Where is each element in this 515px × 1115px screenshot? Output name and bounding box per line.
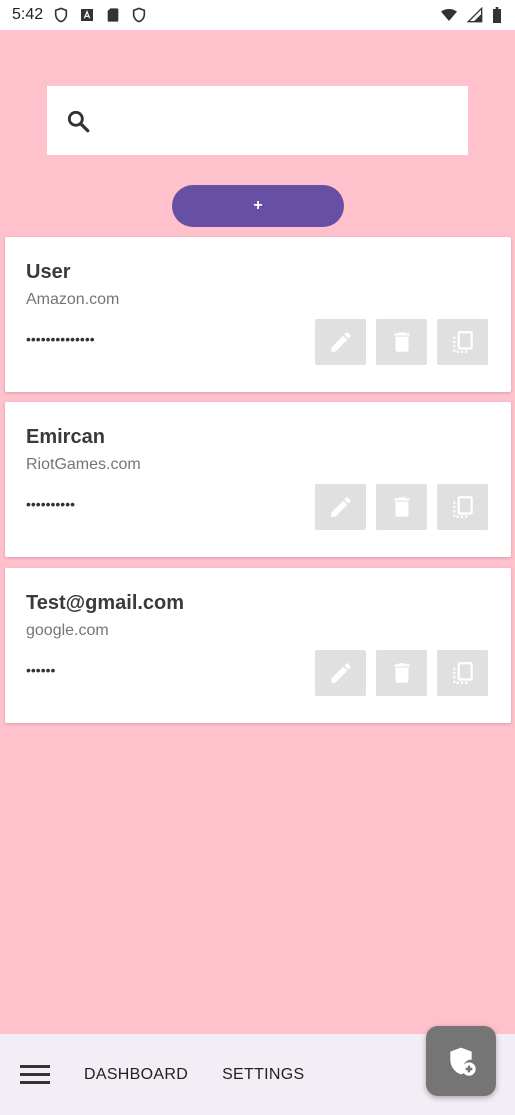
status-time: 5:42 — [12, 6, 44, 23]
edit-button[interactable] — [315, 650, 366, 696]
search-icon — [67, 110, 90, 132]
sd-card-icon — [107, 8, 119, 22]
copy-button[interactable] — [437, 484, 488, 530]
card-actions — [315, 650, 488, 696]
bottom-app-bar: DASHBOARD SETTINGS — [0, 1026, 515, 1115]
copy-icon — [452, 331, 473, 353]
pencil-icon — [330, 332, 351, 352]
delete-button[interactable] — [376, 319, 427, 365]
card-password: •••••••••••••• — [26, 331, 95, 347]
credential-card: Emircan RiotGames.com •••••••••• — [5, 402, 511, 557]
font-icon — [81, 9, 94, 21]
add-credential-fab[interactable] — [426, 1026, 496, 1096]
hamburger-icon — [20, 1065, 50, 1068]
card-password: •••••••••• — [26, 496, 76, 512]
card-site: google.com — [26, 622, 109, 639]
delete-button[interactable] — [376, 650, 427, 696]
card-username: Emircan — [26, 426, 105, 448]
credential-card: User Amazon.com •••••••••••••• — [5, 237, 511, 392]
trash-icon — [393, 497, 410, 517]
pencil-icon — [330, 663, 351, 683]
battery-icon — [493, 7, 501, 23]
shield-icon — [133, 7, 146, 23]
status-icons-right — [439, 7, 503, 23]
status-bar: 5:42 — [0, 0, 515, 30]
shield-add-icon — [450, 1047, 476, 1076]
credential-card: Test@gmail.com google.com •••••• — [5, 568, 511, 723]
wifi-icon — [441, 9, 457, 21]
search-box[interactable] — [47, 86, 468, 155]
pencil-icon — [330, 497, 351, 517]
copy-icon — [452, 496, 473, 518]
edit-button[interactable] — [315, 319, 366, 365]
delete-button[interactable] — [376, 484, 427, 530]
card-site: RiotGames.com — [26, 456, 141, 473]
add-entry-button[interactable]: + — [172, 185, 344, 227]
copy-button[interactable] — [437, 650, 488, 696]
nav-dashboard[interactable]: DASHBOARD — [84, 1066, 188, 1084]
menu-button[interactable] — [20, 1059, 52, 1091]
card-actions — [315, 484, 488, 530]
card-site: Amazon.com — [26, 291, 120, 308]
search-input[interactable] — [103, 100, 468, 141]
card-password: •••••• — [26, 662, 56, 678]
edit-button[interactable] — [315, 484, 366, 530]
card-username: Test@gmail.com — [26, 592, 185, 614]
shield-icon — [55, 7, 68, 23]
nav-settings[interactable]: SETTINGS — [222, 1066, 304, 1084]
copy-icon — [452, 662, 473, 684]
trash-icon — [393, 332, 410, 352]
trash-icon — [393, 663, 410, 683]
card-username: User — [26, 261, 71, 283]
signal-icon — [467, 7, 483, 23]
status-icons-left — [53, 7, 147, 23]
copy-button[interactable] — [437, 319, 488, 365]
card-actions — [315, 319, 488, 365]
